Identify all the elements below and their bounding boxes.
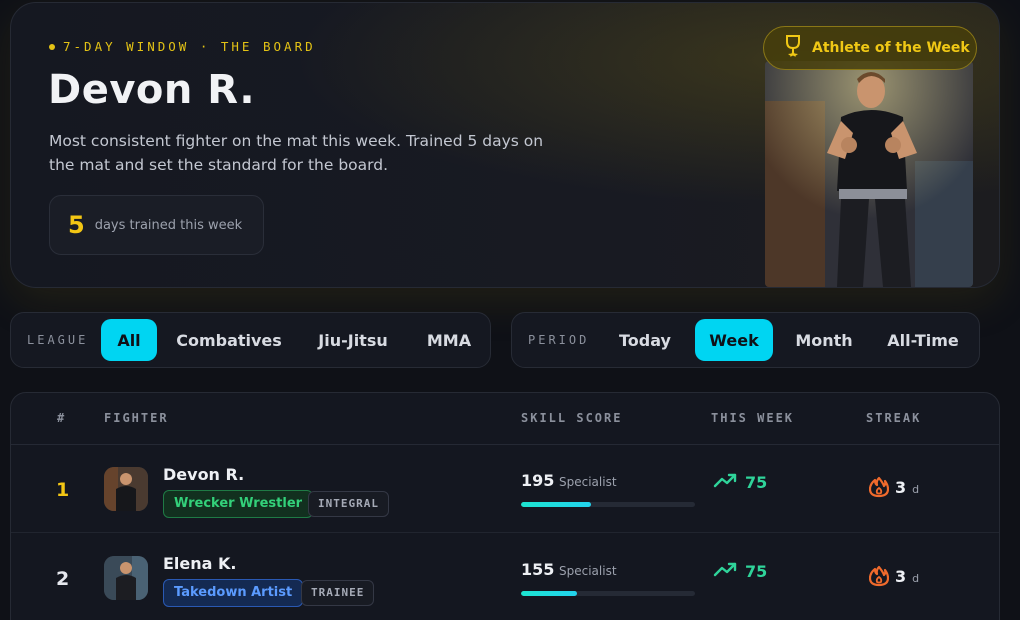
archetype-badge: Takedown Artist [163,579,304,607]
rank-value: 1 [56,479,70,501]
skill-score-label: Specialist [559,564,617,578]
period-filter-label: PERIOD [528,333,590,347]
table-row[interactable]: 1 Devon R. Wrecker Wrestler INTEGRAL 195… [11,445,999,533]
rank-value: 2 [56,568,70,590]
period-option-month[interactable]: Month [788,319,860,361]
trophy-icon [784,35,802,61]
skill-score-bar-fill [521,591,577,596]
league-option-combatives[interactable]: Combatives [171,319,287,361]
streak-unit: d [912,483,920,496]
league-filter: LEAGUE All Combatives Jiu-Jitsu MMA [10,312,491,368]
weekly-trend: 75 [713,560,767,582]
hero-athlete-name: Devon R. [48,67,256,113]
fighter-name[interactable]: Devon R. [163,465,244,484]
skill-score-bar [521,502,695,507]
period-option-today[interactable]: Today [610,319,680,361]
weekly-value: 75 [745,561,768,581]
avatar[interactable] [104,556,148,600]
athlete-of-week-badge: Athlete of the Week [763,26,977,70]
period-option-week[interactable]: Week [695,319,773,361]
streak: 3 d [868,560,920,587]
skill-score-value: 155 [521,560,555,579]
league-option-jiu-jitsu[interactable]: Jiu-Jitsu [305,319,401,361]
hero-eyebrow-text: 7-DAY WINDOW · THE BOARD [63,39,316,54]
col-skill-score-header: SKILL SCORE [521,411,623,425]
streak-unit: d [912,572,920,585]
period-option-all-time[interactable]: All-Time [878,319,968,361]
avatar[interactable] [104,467,148,511]
col-rank-header: # [57,411,67,425]
col-streak-header: STREAK [866,411,922,425]
league-option-mma[interactable]: MMA [415,319,483,361]
tier-badge: INTEGRAL [308,491,389,517]
archetype-badge: Wrecker Wrestler [163,490,314,518]
weekly-value: 75 [745,472,768,492]
flame-icon [868,560,890,587]
days-trained-label: days trained this week [94,217,243,233]
skill-score-value: 195 [521,471,555,490]
skill-score-bar [521,591,695,596]
trend-up-icon [713,560,739,582]
col-this-week-header: THIS WEEK [711,411,795,425]
days-trained-stat: 5 days trained this week [49,195,264,255]
days-trained-value: 5 [68,211,85,239]
skill-score-bar-fill [521,502,591,507]
hero-eyebrow: 7-DAY WINDOW · THE BOARD [49,39,316,54]
streak: 3 d [868,471,920,498]
league-option-all[interactable]: All [101,319,157,361]
tier-badge: TRAINEE [301,580,375,606]
badge-label: Athlete of the Week [812,40,970,56]
table-header: # FIGHTER SKILL SCORE THIS WEEK STREAK [11,393,999,445]
skill-score-label: Specialist [559,475,617,489]
hero-description: Most consistent fighter on the mat this … [49,132,544,174]
fighter-name[interactable]: Elena K. [163,554,237,573]
athlete-photo [765,61,973,287]
weekly-trend: 75 [713,471,767,493]
leaderboard-table: # FIGHTER SKILL SCORE THIS WEEK STREAK 1… [10,392,1000,620]
streak-value: 3 [895,478,907,497]
period-filter: PERIOD Today Week Month All-Time [511,312,980,368]
athlete-of-week-hero: 7-DAY WINDOW · THE BOARD Devon R. Most c… [10,2,1000,288]
league-filter-label: LEAGUE [27,333,89,347]
trend-up-icon [713,471,739,493]
streak-value: 3 [895,567,907,586]
col-fighter-header: FIGHTER [104,411,169,425]
flame-icon [868,471,890,498]
table-row[interactable]: 2 Elena K. Takedown Artist TRAINEE 155 S… [11,534,999,620]
status-dot [49,43,55,50]
